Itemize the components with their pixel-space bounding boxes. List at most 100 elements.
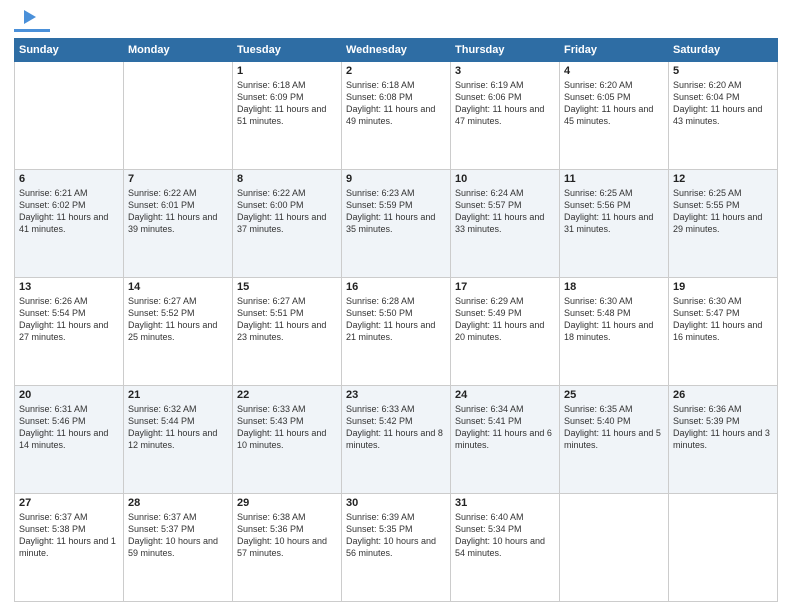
calendar-cell: 13 Sunrise: 6:26 AM Sunset: 5:54 PM Dayli… xyxy=(15,278,124,386)
weekday-header-sunday: Sunday xyxy=(15,39,124,62)
day-content: Sunrise: 6:33 AM Sunset: 5:42 PM Dayligh… xyxy=(346,403,446,452)
day-number: 21 xyxy=(128,389,228,401)
calendar-cell: 16Sunrise: 6:28 AM Sunset: 5:50 PM Dayli… xyxy=(342,278,451,386)
day-number: 22 xyxy=(237,389,337,401)
calendar-week-row: 20 Sunrise: 6:31 AM Sunset: 5:46 PM Dayli… xyxy=(15,386,778,494)
day-number: 25 xyxy=(564,389,664,401)
day-number: 12 xyxy=(673,173,773,185)
day-content: Sunrise: 6:37 AM Sunset: 5:38 PM Dayligh… xyxy=(19,511,119,560)
calendar-cell: 31 Sunrise: 6:40 AM Sunset: 5:34 PM Dayli… xyxy=(451,494,560,602)
calendar-week-row: 1 Sunrise: 6:18 AM Sunset: 6:09 PM Daylig… xyxy=(15,62,778,170)
calendar-cell: 3Sunrise: 6:19 AM Sunset: 6:06 PM Daylig… xyxy=(451,62,560,170)
calendar-cell: 24 Sunrise: 6:34 AM Sunset: 5:41 PM Dayli… xyxy=(451,386,560,494)
day-number: 3 xyxy=(455,65,555,77)
calendar-cell xyxy=(15,62,124,170)
day-number: 8 xyxy=(237,173,337,185)
day-number: 19 xyxy=(673,281,773,293)
day-content: Sunrise: 6:37 AM Sunset: 5:37 PM Dayligh… xyxy=(128,511,228,560)
calendar-cell: 7 Sunrise: 6:22 AM Sunset: 6:01 PM Daylig… xyxy=(124,170,233,278)
day-number: 26 xyxy=(673,389,773,401)
calendar-cell: 1 Sunrise: 6:18 AM Sunset: 6:09 PM Daylig… xyxy=(233,62,342,170)
day-number: 24 xyxy=(455,389,555,401)
page-container: SundayMondayTuesdayWednesdayThursdayFrid… xyxy=(0,0,792,612)
calendar-week-row: 6 Sunrise: 6:21 AM Sunset: 6:02 PM Daylig… xyxy=(15,170,778,278)
day-content: Sunrise: 6:38 AM Sunset: 5:36 PM Dayligh… xyxy=(237,511,337,560)
day-content: Sunrise: 6:35 AM Sunset: 5:40 PM Dayligh… xyxy=(564,403,664,452)
day-number: 31 xyxy=(455,497,555,509)
calendar-cell: 18 Sunrise: 6:30 AM Sunset: 5:48 PM Dayli… xyxy=(560,278,669,386)
weekday-header-wednesday: Wednesday xyxy=(342,39,451,62)
day-content: Sunrise: 6:23 AM Sunset: 5:59 PM Dayligh… xyxy=(346,187,446,236)
header xyxy=(14,10,778,32)
calendar-cell: 4 Sunrise: 6:20 AM Sunset: 6:05 PM Daylig… xyxy=(560,62,669,170)
calendar-cell: 6 Sunrise: 6:21 AM Sunset: 6:02 PM Daylig… xyxy=(15,170,124,278)
calendar-cell: 9 Sunrise: 6:23 AM Sunset: 5:59 PM Daylig… xyxy=(342,170,451,278)
calendar-cell: 11 Sunrise: 6:25 AM Sunset: 5:56 PM Dayli… xyxy=(560,170,669,278)
day-number: 7 xyxy=(128,173,228,185)
day-number: 14 xyxy=(128,281,228,293)
day-content: Sunrise: 6:22 AM Sunset: 6:01 PM Dayligh… xyxy=(128,187,228,236)
calendar-cell: 25 Sunrise: 6:35 AM Sunset: 5:40 PM Dayli… xyxy=(560,386,669,494)
day-number: 13 xyxy=(19,281,119,293)
calendar-cell: 30Sunrise: 6:39 AM Sunset: 5:35 PM Dayli… xyxy=(342,494,451,602)
day-content: Sunrise: 6:34 AM Sunset: 5:41 PM Dayligh… xyxy=(455,403,555,452)
day-content: Sunrise: 6:25 AM Sunset: 5:56 PM Dayligh… xyxy=(564,187,664,236)
day-number: 15 xyxy=(237,281,337,293)
calendar-cell: 23 Sunrise: 6:33 AM Sunset: 5:42 PM Dayli… xyxy=(342,386,451,494)
day-number: 23 xyxy=(346,389,446,401)
calendar-cell: 26 Sunrise: 6:36 AM Sunset: 5:39 PM Dayli… xyxy=(669,386,778,494)
day-number: 20 xyxy=(19,389,119,401)
day-content: Sunrise: 6:20 AM Sunset: 6:05 PM Dayligh… xyxy=(564,79,664,128)
calendar-cell xyxy=(669,494,778,602)
day-content: Sunrise: 6:25 AM Sunset: 5:55 PM Dayligh… xyxy=(673,187,773,236)
day-number: 5 xyxy=(673,65,773,77)
calendar-cell: 29 Sunrise: 6:38 AM Sunset: 5:36 PM Dayli… xyxy=(233,494,342,602)
day-content: Sunrise: 6:27 AM Sunset: 5:51 PM Dayligh… xyxy=(237,295,337,344)
calendar-cell: 27 Sunrise: 6:37 AM Sunset: 5:38 PM Dayli… xyxy=(15,494,124,602)
day-number: 10 xyxy=(455,173,555,185)
calendar-cell: 22Sunrise: 6:33 AM Sunset: 5:43 PM Dayli… xyxy=(233,386,342,494)
day-number: 9 xyxy=(346,173,446,185)
day-number: 16 xyxy=(346,281,446,293)
day-content: Sunrise: 6:24 AM Sunset: 5:57 PM Dayligh… xyxy=(455,187,555,236)
calendar-week-row: 13 Sunrise: 6:26 AM Sunset: 5:54 PM Dayli… xyxy=(15,278,778,386)
day-number: 2 xyxy=(346,65,446,77)
calendar-cell: 8Sunrise: 6:22 AM Sunset: 6:00 PM Daylig… xyxy=(233,170,342,278)
calendar-cell: 10 Sunrise: 6:24 AM Sunset: 5:57 PM Dayli… xyxy=(451,170,560,278)
day-number: 29 xyxy=(237,497,337,509)
logo xyxy=(14,10,50,32)
calendar-cell: 14 Sunrise: 6:27 AM Sunset: 5:52 PM Dayli… xyxy=(124,278,233,386)
day-content: Sunrise: 6:40 AM Sunset: 5:34 PM Dayligh… xyxy=(455,511,555,560)
day-number: 4 xyxy=(564,65,664,77)
day-content: Sunrise: 6:36 AM Sunset: 5:39 PM Dayligh… xyxy=(673,403,773,452)
weekday-header-saturday: Saturday xyxy=(669,39,778,62)
day-content: Sunrise: 6:21 AM Sunset: 6:02 PM Dayligh… xyxy=(19,187,119,236)
day-number: 1 xyxy=(237,65,337,77)
day-content: Sunrise: 6:26 AM Sunset: 5:54 PM Dayligh… xyxy=(19,295,119,344)
day-content: Sunrise: 6:30 AM Sunset: 5:48 PM Dayligh… xyxy=(564,295,664,344)
weekday-header-tuesday: Tuesday xyxy=(233,39,342,62)
day-content: Sunrise: 6:27 AM Sunset: 5:52 PM Dayligh… xyxy=(128,295,228,344)
day-number: 11 xyxy=(564,173,664,185)
day-number: 6 xyxy=(19,173,119,185)
day-content: Sunrise: 6:20 AM Sunset: 6:04 PM Dayligh… xyxy=(673,79,773,128)
day-number: 18 xyxy=(564,281,664,293)
calendar-cell: 21Sunrise: 6:32 AM Sunset: 5:44 PM Dayli… xyxy=(124,386,233,494)
day-content: Sunrise: 6:31 AM Sunset: 5:46 PM Dayligh… xyxy=(19,403,119,452)
calendar-cell: 15 Sunrise: 6:27 AM Sunset: 5:51 PM Dayli… xyxy=(233,278,342,386)
day-number: 28 xyxy=(128,497,228,509)
calendar-cell: 17 Sunrise: 6:29 AM Sunset: 5:49 PM Dayli… xyxy=(451,278,560,386)
weekday-header-monday: Monday xyxy=(124,39,233,62)
day-content: Sunrise: 6:18 AM Sunset: 6:09 PM Dayligh… xyxy=(237,79,337,128)
day-number: 30 xyxy=(346,497,446,509)
calendar-cell: 12 Sunrise: 6:25 AM Sunset: 5:55 PM Dayli… xyxy=(669,170,778,278)
day-number: 17 xyxy=(455,281,555,293)
weekday-header-row: SundayMondayTuesdayWednesdayThursdayFrid… xyxy=(15,39,778,62)
logo-underline xyxy=(14,29,50,32)
calendar-cell: 2Sunrise: 6:18 AM Sunset: 6:08 PM Daylig… xyxy=(342,62,451,170)
day-content: Sunrise: 6:30 AM Sunset: 5:47 PM Dayligh… xyxy=(673,295,773,344)
day-content: Sunrise: 6:29 AM Sunset: 5:49 PM Dayligh… xyxy=(455,295,555,344)
calendar-cell: 20 Sunrise: 6:31 AM Sunset: 5:46 PM Dayli… xyxy=(15,386,124,494)
day-number: 27 xyxy=(19,497,119,509)
calendar-cell: 19 Sunrise: 6:30 AM Sunset: 5:47 PM Dayli… xyxy=(669,278,778,386)
